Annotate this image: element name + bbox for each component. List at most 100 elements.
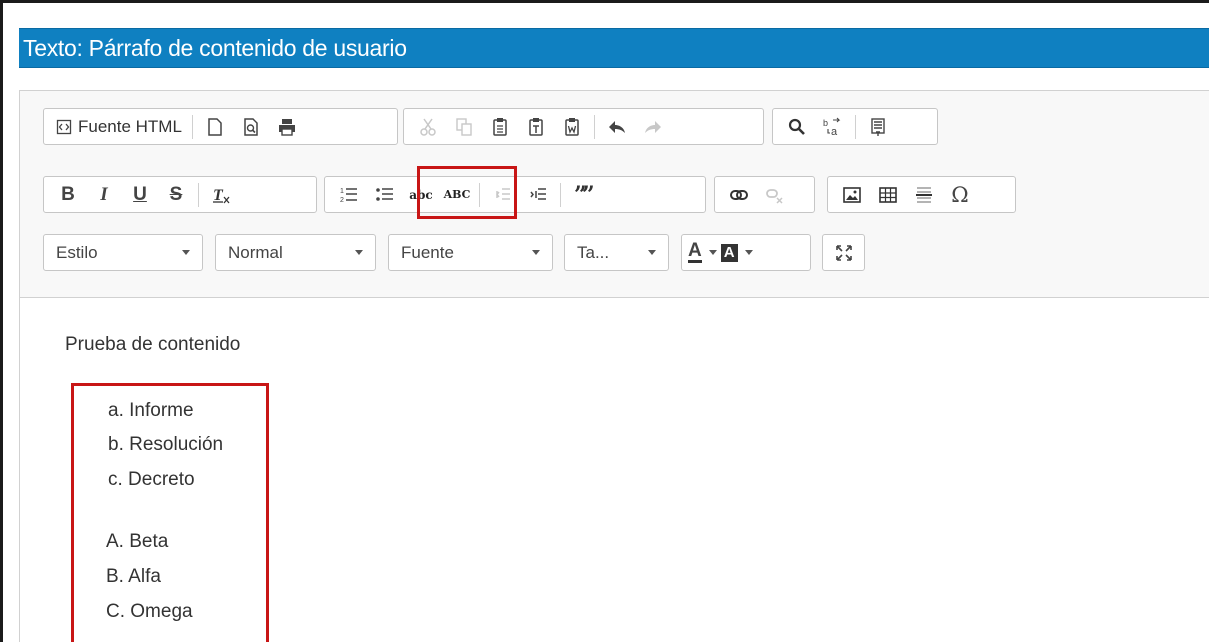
color-group: A A — [681, 234, 811, 271]
svg-text:2: 2 — [340, 197, 344, 204]
app-frame: Texto: Párrafo de contenido de usuario F… — [0, 0, 1209, 642]
chevron-down-icon — [355, 250, 363, 255]
replace-icon: ba — [823, 117, 841, 137]
find-button[interactable] — [783, 113, 811, 141]
separator — [594, 114, 595, 139]
maximize-button[interactable] — [830, 239, 858, 267]
paste-icon — [493, 117, 507, 136]
copy-button[interactable] — [450, 113, 478, 141]
list-item: a. Informe — [108, 400, 194, 421]
source-label: Fuente HTML — [78, 116, 182, 136]
unlink-button[interactable] — [761, 181, 789, 209]
remove-format-button[interactable]: T — [207, 181, 235, 209]
horizontal-line-button[interactable] — [910, 181, 938, 209]
bulleted-list-button[interactable] — [371, 181, 399, 209]
window-title: Texto: Párrafo de contenido de usuario — [23, 35, 407, 61]
tools-group — [822, 234, 865, 271]
basic-styles-group: B I U S T — [43, 176, 317, 213]
indent-icon — [530, 187, 546, 200]
preview-icon — [244, 117, 258, 136]
style-dropdown[interactable]: Estilo — [43, 234, 203, 271]
paste-word-button[interactable] — [558, 113, 586, 141]
size-dropdown[interactable]: Ta... — [564, 234, 669, 271]
horizontal-line-icon — [916, 186, 932, 203]
cut-button[interactable] — [414, 113, 442, 141]
select-all-icon — [871, 117, 885, 136]
list-item: b. Resolución — [108, 434, 224, 455]
editor-toolbar: Fuente HTML b a B I U S T 1 2 abc ABC ” … — [20, 91, 1209, 298]
preview-button[interactable] — [237, 113, 265, 141]
separator — [198, 182, 199, 207]
undo-button[interactable] — [603, 113, 631, 141]
svg-text:a: a — [831, 126, 838, 137]
bold-button[interactable]: B — [54, 181, 82, 209]
strikethrough-button[interactable]: S — [162, 181, 190, 209]
document-group: Fuente HTML — [43, 108, 398, 145]
insert-group: Ω — [827, 176, 1016, 213]
list-item: A. Beta — [106, 531, 169, 552]
chevron-down-icon — [744, 250, 753, 255]
content-paragraph: Prueba de contenido — [65, 334, 241, 355]
maximize-icon — [835, 244, 852, 261]
bulleted-list-icon — [376, 187, 393, 201]
font-dropdown[interactable]: Fuente — [388, 234, 553, 271]
redo-button[interactable] — [639, 113, 667, 141]
redo-icon — [645, 120, 661, 133]
blockquote-button[interactable]: ”” — [569, 181, 597, 209]
font-color-label: A — [688, 240, 702, 263]
print-button[interactable] — [273, 113, 301, 141]
image-button[interactable] — [838, 181, 866, 209]
new-page-icon — [208, 117, 222, 136]
remove-format-icon: T — [213, 187, 230, 204]
clipboard-group — [403, 108, 764, 145]
list-style-highlight — [417, 166, 517, 219]
indent-button[interactable] — [524, 181, 552, 209]
source-icon — [56, 119, 72, 134]
chevron-down-icon — [708, 250, 717, 255]
search-group: ba — [772, 108, 938, 145]
copy-icon — [456, 117, 472, 136]
style-dropdown-label: Estilo — [56, 242, 98, 262]
font-dropdown-label: Fuente — [401, 242, 454, 262]
numbered-list-button[interactable]: 12 — [335, 181, 363, 209]
undo-icon — [609, 120, 625, 133]
bg-color-button[interactable]: A — [720, 239, 753, 267]
chevron-down-icon — [182, 250, 190, 255]
link-button[interactable] — [725, 181, 753, 209]
svg-text:b: b — [823, 118, 828, 128]
replace-button[interactable]: ba — [819, 113, 847, 141]
list-item: B. Alfa — [106, 566, 161, 587]
font-color-button[interactable]: A — [688, 239, 717, 267]
chevron-down-icon — [532, 250, 540, 255]
source-html-button[interactable]: Fuente HTML — [54, 113, 184, 141]
table-icon — [879, 186, 897, 203]
title-bar: Texto: Párrafo de contenido de usuario — [19, 28, 1209, 68]
scissors-icon — [420, 118, 436, 136]
paste-word-icon — [565, 117, 579, 136]
chevron-down-icon — [648, 250, 656, 255]
svg-text:1: 1 — [340, 188, 344, 195]
search-icon — [788, 118, 805, 135]
italic-button[interactable]: I — [90, 181, 118, 209]
separator — [191, 114, 193, 139]
link-icon — [730, 189, 748, 200]
quote-icon: ”” — [574, 185, 593, 205]
underline-button[interactable]: U — [126, 181, 154, 209]
format-dropdown[interactable]: Normal — [215, 234, 376, 271]
list-item: c. Decreto — [108, 469, 195, 490]
link-group — [714, 176, 815, 213]
special-char-button[interactable]: Ω — [946, 181, 974, 209]
select-all-button[interactable] — [864, 113, 892, 141]
paste-text-button[interactable] — [522, 113, 550, 141]
format-dropdown-label: Normal — [228, 242, 283, 262]
bg-color-label: A — [720, 243, 738, 262]
paste-button[interactable] — [486, 113, 514, 141]
size-dropdown-label: Ta... — [577, 242, 610, 262]
svg-text:”: ” — [582, 185, 593, 205]
table-button[interactable] — [874, 181, 902, 209]
image-icon — [843, 186, 861, 203]
separator — [560, 182, 561, 207]
numbered-list-icon: 12 — [340, 188, 357, 204]
unlink-icon — [766, 188, 783, 204]
new-page-button[interactable] — [201, 113, 229, 141]
